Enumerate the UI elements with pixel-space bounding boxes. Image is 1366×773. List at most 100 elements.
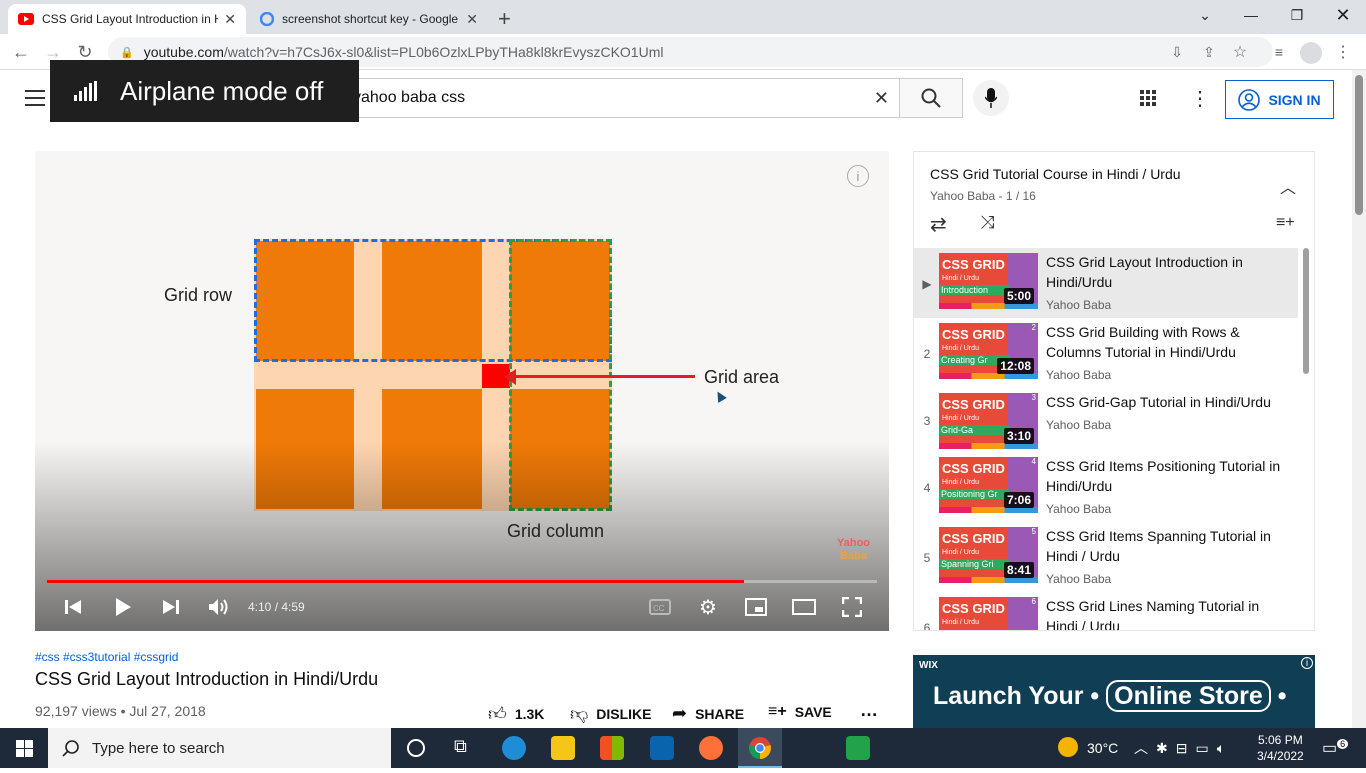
- close-tab-icon[interactable]: ✕: [224, 11, 236, 28]
- collapse-chevron-icon[interactable]: ︿: [1280, 174, 1296, 198]
- playlist-item-channel: Yahoo Baba: [1046, 502, 1112, 516]
- share-page-icon[interactable]: ⇪: [1194, 37, 1224, 67]
- cortana-icon[interactable]: [407, 739, 425, 757]
- settings-more-icon[interactable]: ⋮: [1190, 86, 1210, 111]
- media-control-icon[interactable]: ≡: [1264, 37, 1294, 67]
- file-explorer-icon[interactable]: [551, 736, 575, 760]
- playlist-item-channel: Yahoo Baba: [1046, 572, 1112, 586]
- shuffle-icon[interactable]: ⤨: [980, 212, 994, 233]
- tab-google[interactable]: screenshot shortcut key - Google ✕: [250, 4, 488, 34]
- chrome-taskbar-button[interactable]: [738, 728, 782, 768]
- google-icon: [260, 12, 274, 26]
- loop-icon[interactable]: ⇄: [930, 212, 947, 237]
- playlist-add-icon: ≡+: [768, 703, 787, 720]
- task-view-icon[interactable]: ⧉: [454, 736, 467, 757]
- tab-search-icon[interactable]: ⌄: [1182, 0, 1228, 30]
- settings-gear-icon[interactable]: ⚙: [695, 595, 721, 619]
- progress-bar[interactable]: [47, 580, 877, 583]
- playlist-item-title: CSS Grid Items Spanning Tutorial in Hind…: [1046, 528, 1271, 564]
- chrome-menu-icon[interactable]: ⋮: [1328, 37, 1358, 67]
- clear-search-icon[interactable]: ✕: [874, 88, 889, 109]
- search-button[interactable]: [899, 78, 963, 118]
- browser-tab-strip: CSS Grid Layout Introduction in H ✕ scre…: [0, 0, 1366, 34]
- signal-icon: [74, 81, 97, 101]
- voice-search-button[interactable]: [973, 80, 1009, 116]
- playlist-item-channel: Yahoo Baba: [1046, 298, 1112, 312]
- ad-banner[interactable]: WIX i Launch Your • Online Store •: [913, 655, 1315, 728]
- hashtags[interactable]: #css #css3tutorial #cssgrid: [35, 650, 178, 664]
- playlist-item-title: CSS Grid Building with Rows & Columns Tu…: [1046, 324, 1240, 360]
- install-icon[interactable]: ⇩: [1162, 37, 1192, 67]
- search-value: yahoo baba css: [353, 89, 466, 106]
- youtube-icon: [18, 13, 34, 25]
- playlist-item[interactable]: ▶ CSS GRID Hindi / Urdu Introduction 5:00 C…: [914, 250, 1302, 320]
- share-arrow-icon: ➦: [672, 703, 688, 723]
- previous-icon[interactable]: [59, 595, 87, 619]
- new-tab-button[interactable]: +: [498, 6, 511, 32]
- download-app-icon[interactable]: [846, 736, 870, 760]
- microphone-icon: [985, 88, 997, 108]
- url-host: youtube.com: [143, 44, 224, 60]
- clock[interactable]: 5:06 PM 3/4/2022: [1257, 732, 1304, 764]
- system-tray-icons[interactable]: ︿✱⊟▭🔈︎: [1134, 738, 1233, 758]
- back-icon[interactable]: ←: [6, 37, 36, 67]
- restore-button[interactable]: ❐: [1274, 0, 1320, 30]
- weather-temp[interactable]: 30°C: [1087, 740, 1118, 756]
- tab-title: screenshot shortcut key - Google: [282, 12, 459, 26]
- playlist-scrollbar[interactable]: [1303, 248, 1309, 374]
- hamburger-menu-icon[interactable]: [25, 90, 45, 106]
- theater-mode-icon[interactable]: [791, 595, 817, 619]
- playlist-item[interactable]: 2 2 CSS GRID Hindi / Urdu Creating Gr 12:08 …: [914, 320, 1302, 390]
- captions-icon[interactable]: CC: [647, 595, 673, 619]
- edge-icon[interactable]: [502, 736, 526, 760]
- save-button[interactable]: ≡+ SAVE: [768, 703, 832, 721]
- sign-in-button[interactable]: SIGN IN: [1225, 80, 1334, 119]
- firefox-icon[interactable]: [699, 736, 723, 760]
- playlist-item[interactable]: 6 6 CSS GRID Hindi / Urdu CSS Grid Lines N…: [914, 594, 1302, 630]
- volume-icon[interactable]: [205, 595, 233, 619]
- windows-start-icon[interactable]: [16, 740, 33, 762]
- dislike-button[interactable]: 👎︎ DISLIKE: [570, 703, 652, 725]
- playlist-index: 2: [923, 347, 931, 361]
- info-icon[interactable]: i: [847, 165, 869, 187]
- toast-text: Airplane mode off: [120, 75, 324, 106]
- playlist-subtitle: Yahoo Baba - 1 / 16: [930, 189, 1036, 203]
- view-count-date: 92,197 views • Jul 27, 2018: [35, 703, 206, 719]
- thumbs-up-icon: 👍︎: [488, 704, 507, 724]
- more-actions-icon[interactable]: …: [860, 700, 878, 721]
- video-player[interactable]: i Grid row Grid area Grid column Yahoo Ba…: [35, 151, 889, 631]
- next-icon[interactable]: [157, 595, 185, 619]
- fullscreen-icon[interactable]: [839, 595, 865, 619]
- bookmark-star-icon[interactable]: ☆: [1225, 37, 1255, 67]
- play-icon[interactable]: [109, 595, 137, 619]
- profile-avatar[interactable]: [1300, 42, 1322, 64]
- mouse-cursor: [713, 389, 727, 403]
- label-grid-area: Grid area: [704, 367, 780, 387]
- store-icon[interactable]: [600, 736, 624, 760]
- close-window-button[interactable]: ✕: [1320, 0, 1366, 30]
- playlist-item[interactable]: 4 4 CSS GRID Hindi / Urdu Positioning Gr 7:0…: [914, 454, 1302, 524]
- playlist-item[interactable]: 3 3 CSS GRID Hindi / Urdu Grid-Ga 3:10 CSS G…: [914, 390, 1302, 460]
- page-scrollbar-thumb[interactable]: [1355, 75, 1363, 215]
- account-icon: [1238, 88, 1261, 111]
- playlist-title[interactable]: CSS Grid Tutorial Course in Hindi / Urdu: [930, 166, 1181, 182]
- share-button[interactable]: ➦ SHARE: [672, 703, 744, 724]
- apps-grid-icon[interactable]: [1140, 90, 1157, 112]
- save-playlist-icon[interactable]: ≡+: [1276, 214, 1295, 232]
- like-count: 1.3K: [514, 706, 545, 722]
- search-icon: [921, 88, 941, 108]
- playlist-item[interactable]: 5 5 CSS GRID Hindi / Urdu Spanning Gri 8:41 …: [914, 524, 1302, 594]
- tab-title: CSS Grid Layout Introduction in H: [42, 12, 219, 26]
- tab-youtube[interactable]: CSS Grid Layout Introduction in H ✕: [8, 4, 246, 34]
- miniplayer-icon[interactable]: [743, 595, 769, 619]
- like-button[interactable]: 👍︎ 1.3K: [488, 703, 544, 725]
- minimize-button[interactable]: —: [1228, 0, 1274, 30]
- search-input[interactable]: yahoo baba css ✕: [332, 78, 900, 118]
- weather-icon: [1058, 737, 1078, 757]
- close-tab-icon[interactable]: ✕: [466, 11, 478, 28]
- video-thumbnail: CSS GRID Hindi / Urdu Introduction 5:00: [939, 253, 1038, 309]
- mail-icon[interactable]: [650, 736, 674, 760]
- taskbar-search[interactable]: Type here to search: [48, 728, 391, 768]
- ad-info-icon[interactable]: i: [1301, 657, 1313, 669]
- notification-icon[interactable]: ▭ 6: [1322, 738, 1349, 758]
